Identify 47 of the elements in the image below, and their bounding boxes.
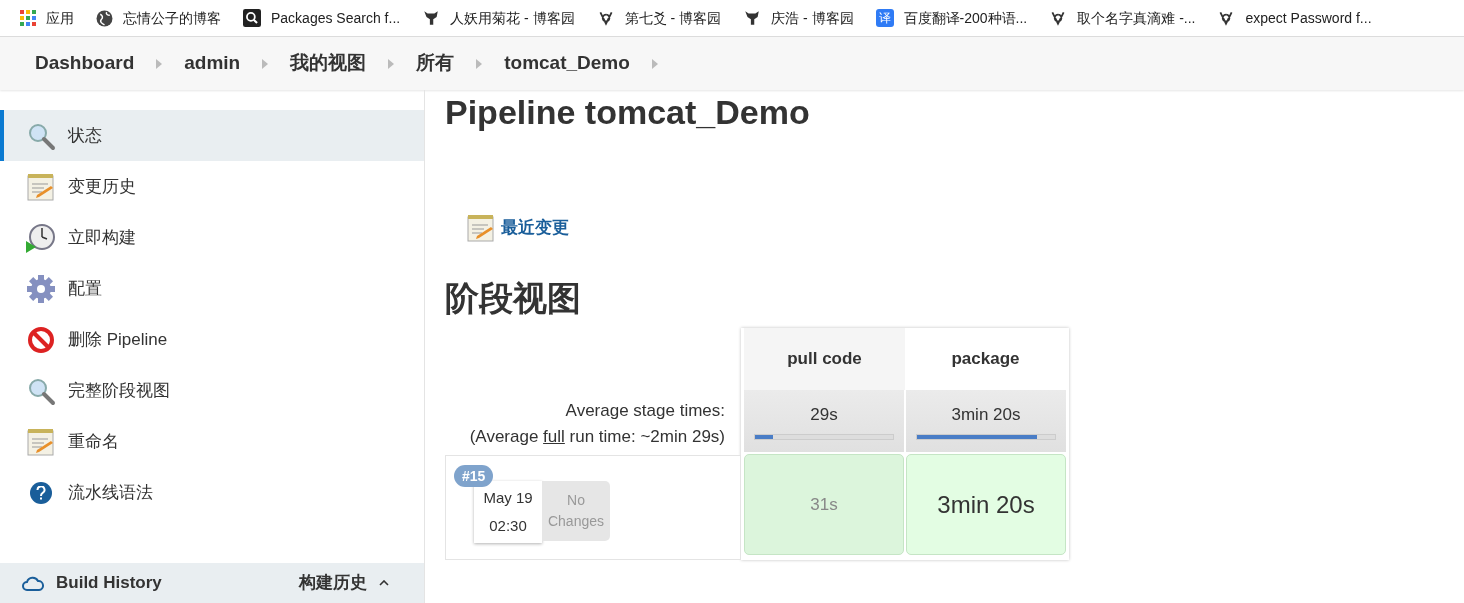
caret-icon: [262, 58, 269, 69]
stage-average-time: 3min 20s: [951, 404, 1021, 427]
gear-icon: [26, 273, 56, 304]
average-run-time: (Average full run time: ~2min 29s): [469, 426, 725, 448]
bookmark-link[interactable]: 百度翻译-200种语...: [903, 7, 1028, 29]
bookmark-link[interactable]: Packages Search f...: [271, 7, 401, 29]
breadcrumb-link[interactable]: 我的视图: [290, 49, 367, 78]
bookmark-link[interactable]: 庆浩 - 博客园: [771, 7, 854, 29]
build-history-title: Build History: [56, 572, 162, 595]
prohibited-icon: [27, 325, 55, 354]
breadcrumb-link[interactable]: tomcat_Demo: [504, 49, 630, 78]
breadcrumb-link[interactable]: admin: [184, 49, 241, 78]
chevron-icon[interactable]: [379, 580, 389, 586]
stage-header: pull code: [744, 328, 905, 390]
page-title: Pipeline tomcat_Demo: [445, 92, 811, 132]
bookmark-link[interactable]: 忘情公子的博客: [123, 7, 221, 29]
cloud-icon: [22, 575, 44, 591]
notepad-icon: [27, 427, 55, 456]
translate-icon: 译: [875, 9, 894, 27]
no-changes-label: No Changes: [542, 481, 610, 541]
search-icon: [243, 9, 261, 27]
breadcrumb-link[interactable]: Dashboard: [35, 49, 135, 78]
sidebar-item[interactable]: 状态: [0, 110, 424, 161]
caret-icon: [156, 58, 163, 69]
build-history-subtitle: 构建历史: [299, 572, 367, 595]
bookmark-link[interactable]: 取个名字真滴难 -...: [1077, 7, 1196, 29]
caret-icon: [651, 58, 658, 69]
average-label: Average stage times:: [565, 400, 725, 422]
bookmark-link[interactable]: 人妖用菊花 - 博客园: [450, 7, 575, 29]
caret-icon: [476, 58, 483, 69]
clock-icon: [26, 222, 56, 253]
globe-icon: [96, 9, 113, 27]
notepad-icon: [27, 172, 55, 201]
build-time: 02:30: [489, 516, 527, 536]
bookmark-link[interactable]: 应用: [46, 7, 74, 29]
stage-duration-cell[interactable]: 3min 20s: [906, 454, 1066, 555]
recent-changes-link[interactable]: 最近变更: [501, 215, 569, 241]
stage-view-title: 阶段视图: [445, 278, 582, 318]
apps-grid-icon: [20, 10, 36, 26]
bookmark-link[interactable]: expect Password f...: [1245, 7, 1372, 29]
stage-average-time: 29s: [810, 404, 838, 427]
notepad-icon: [467, 214, 495, 242]
build-date: May 19: [483, 487, 533, 508]
breadcrumb-link[interactable]: 所有: [416, 49, 455, 78]
caret-icon: [388, 58, 395, 69]
bookmark-link[interactable]: 第七爻 - 博客园: [624, 7, 722, 29]
help-icon: [30, 481, 52, 504]
